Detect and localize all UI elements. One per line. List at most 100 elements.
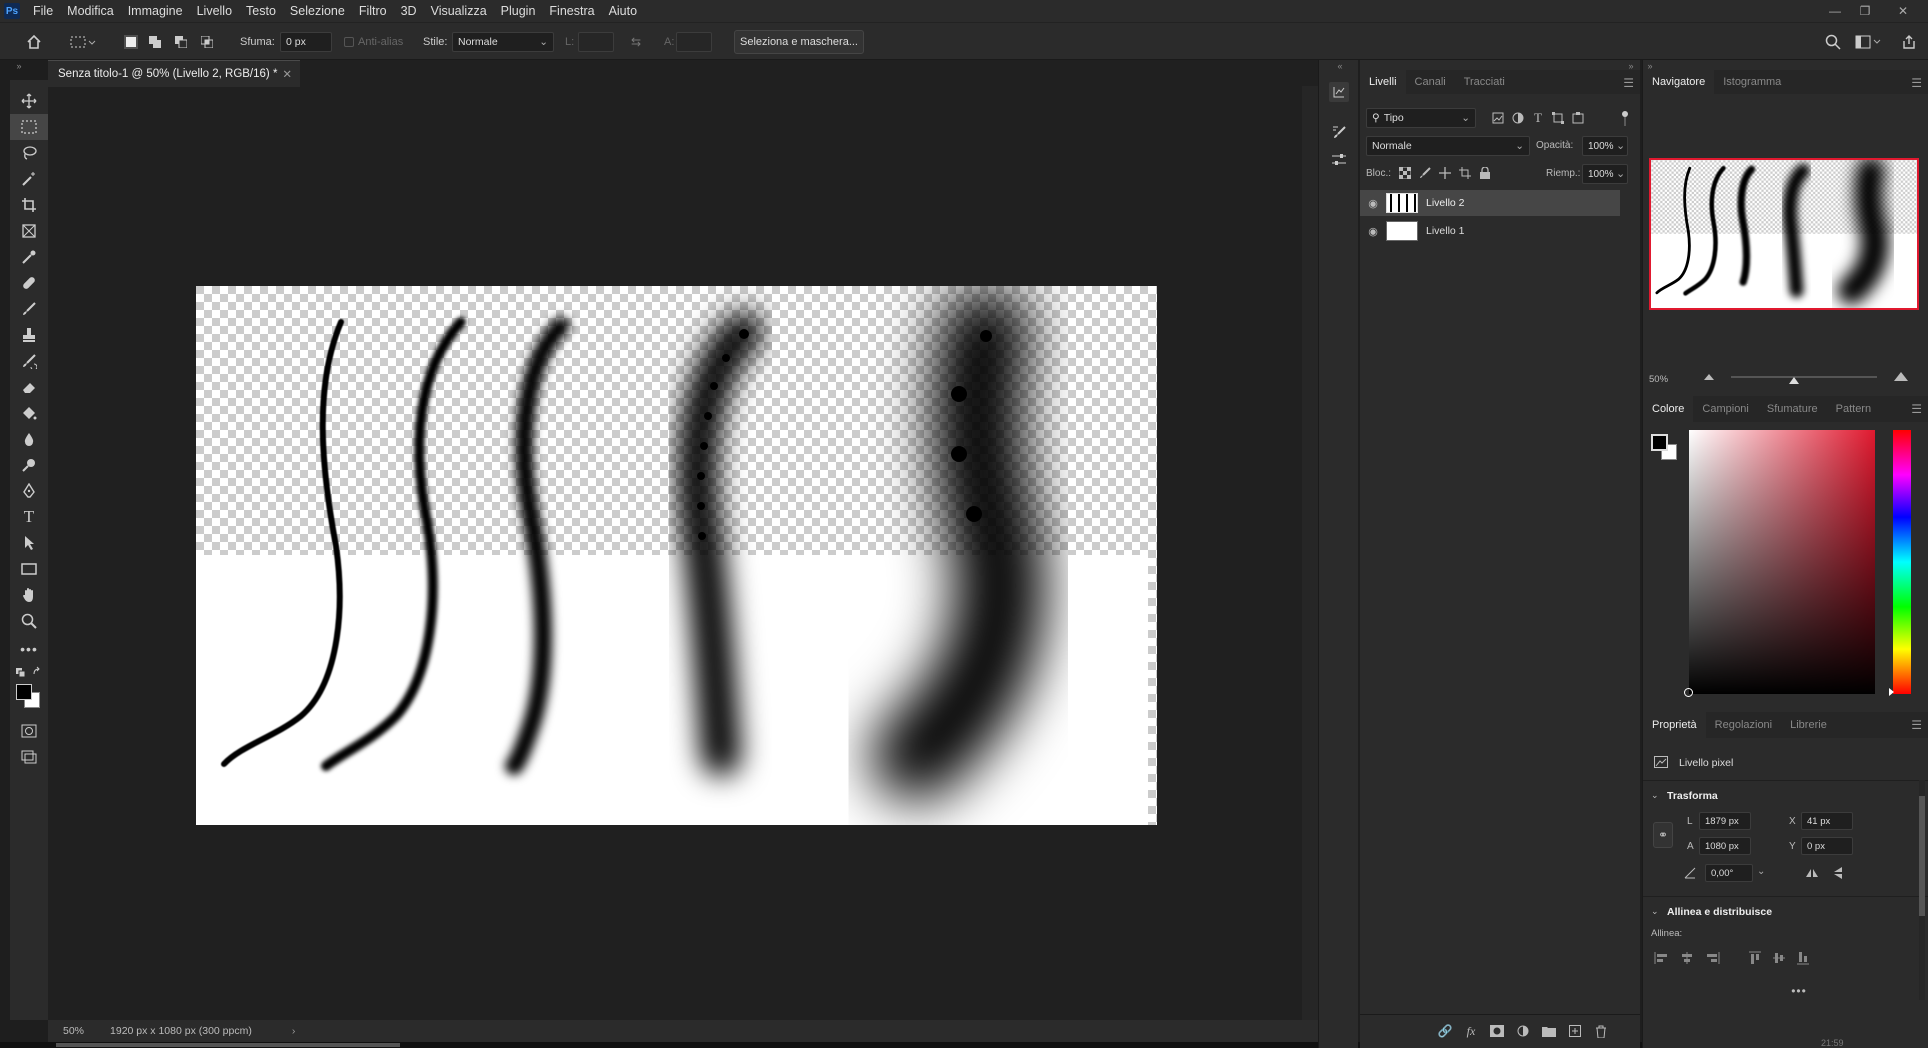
align-section-title[interactable]: Allinea e distribuisce [1667,906,1772,918]
search-icon[interactable] [1824,33,1842,51]
navigator-menu-icon[interactable]: ☰ [1911,76,1922,90]
color-panel-swatches[interactable] [1649,432,1679,462]
close-icon[interactable]: ✕ [1888,0,1918,22]
menu-modifica[interactable]: Modifica [60,4,121,18]
foreground-color-swatch[interactable] [16,684,32,700]
layer-row-livello-2[interactable]: ◉ Livello 2 [1360,190,1620,216]
status-zoom[interactable]: 50% [63,1025,84,1037]
chevron-down-icon[interactable]: ⌄ [1651,790,1659,801]
filter-shape-icon[interactable] [1550,110,1566,126]
color-picker-cursor[interactable] [1684,688,1693,697]
intersect-selection-icon[interactable] [200,35,214,49]
history-icon[interactable] [1329,82,1349,102]
link-layers-icon[interactable]: 🔗 [1436,1023,1454,1039]
chevron-down-icon[interactable]: ⌄ [1616,167,1625,180]
tab-colore[interactable]: Colore [1643,396,1694,422]
layers-panel-menu-icon[interactable]: ☰ [1623,76,1634,90]
eyedropper-tool-icon[interactable] [10,244,48,270]
style-select[interactable]: Normale ⌄ [452,32,554,52]
chevron-down-icon[interactable]: ⌄ [1757,866,1765,877]
menu-finestra[interactable]: Finestra [542,4,601,18]
navigator-preview[interactable] [1649,158,1919,310]
new-selection-icon[interactable] [124,35,138,49]
properties-menu-icon[interactable]: ☰ [1911,718,1922,732]
healing-brush-tool-icon[interactable] [10,270,48,296]
width-input[interactable] [578,32,614,52]
lock-all-icon[interactable] [1478,166,1492,180]
new-layer-icon[interactable] [1566,1023,1584,1039]
filter-pixel-icon[interactable] [1490,110,1506,126]
y-value[interactable]: 0 px [1801,837,1853,855]
feather-input[interactable]: 0 px [280,32,332,52]
layer-filter-select[interactable]: ⚲ Tipo ⌄ [1366,108,1476,128]
layer-row-livello-1[interactable]: ◉ Livello 1 [1360,218,1620,244]
filter-adjustment-icon[interactable] [1510,110,1526,126]
path-selection-tool-icon[interactable] [10,530,48,556]
add-selection-icon[interactable] [148,35,162,49]
tab-campioni[interactable]: Campioni [1693,396,1757,422]
dodge-tool-icon[interactable] [10,452,48,478]
crop-tool-icon[interactable] [10,192,48,218]
foreground-color-swatch[interactable] [1651,434,1668,451]
lock-position-icon[interactable] [1438,166,1452,180]
blend-mode-select[interactable]: Normale ⌄ [1366,136,1530,156]
tab-sfumature[interactable]: Sfumature [1758,396,1827,422]
color-menu-icon[interactable]: ☰ [1911,402,1922,416]
x-value[interactable]: 41 px [1801,812,1853,830]
image-canvas[interactable] [196,286,1157,825]
hue-slider[interactable] [1889,430,1911,696]
align-left-icon[interactable] [1653,950,1669,966]
close-tab-icon[interactable]: ✕ [282,67,292,81]
lock-pixels-icon[interactable] [1418,166,1432,180]
default-colors-icon[interactable] [10,664,48,680]
zoom-in-mountain-icon[interactable] [1893,370,1909,382]
flip-horizontal-icon[interactable] [1803,866,1821,880]
share-icon[interactable] [1900,33,1918,51]
history-brush-tool-icon[interactable] [10,348,48,374]
align-top-icon[interactable] [1747,950,1763,966]
clone-stamp-tool-icon[interactable] [10,322,48,348]
tab-navigatore[interactable]: Navigatore [1643,70,1715,94]
tab-librerie[interactable]: Librerie [1781,712,1836,738]
add-mask-icon[interactable] [1488,1023,1506,1039]
align-center-h-icon[interactable] [1679,950,1695,966]
document-tab[interactable]: Senza titolo-1 @ 50% (Livello 2, RGB/16)… [48,60,300,87]
select-and-mask-button[interactable]: Seleziona e maschera... [734,30,864,54]
adjustments-icon[interactable] [1329,150,1349,170]
color-field[interactable] [1684,430,1875,697]
menu-3d[interactable]: 3D [394,4,424,18]
visibility-eye-icon[interactable]: ◉ [1360,225,1386,238]
fx-icon[interactable]: fx [1462,1023,1480,1039]
magic-wand-tool-icon[interactable] [10,166,48,192]
rectangular-marquee-tool-icon[interactable] [10,114,48,140]
menu-filtro[interactable]: Filtro [352,4,394,18]
link-dimensions-icon[interactable]: ⚭ [1653,822,1673,848]
navigator-zoom-slider-track[interactable] [1731,376,1877,378]
expand-toolbar-icon[interactable]: » [12,60,26,72]
home-icon[interactable] [24,32,44,52]
menu-plugin[interactable]: Plugin [494,4,543,18]
new-adjustment-icon[interactable] [1514,1023,1532,1039]
antialias-checkbox[interactable] [344,37,354,47]
tab-regolazioni[interactable]: Regolazioni [1706,712,1781,738]
tab-canali[interactable]: Canali [1406,70,1455,94]
navigator-zoom-slider-thumb[interactable] [1789,377,1799,384]
pen-tool-icon[interactable] [10,478,48,504]
color-swatches[interactable] [14,682,44,710]
eraser-tool-icon[interactable] [10,374,48,400]
filter-toggle-icon[interactable] [1620,110,1630,126]
align-bottom-icon[interactable] [1795,950,1811,966]
swap-dimensions-icon[interactable]: ⇆ [626,35,646,49]
subtract-selection-icon[interactable] [174,35,188,49]
collapse-panels-icon[interactable]: « [1333,60,1347,72]
lock-artboard-icon[interactable] [1458,166,1472,180]
tab-proprieta[interactable]: Proprietà [1643,712,1706,738]
tab-livelli[interactable]: Livelli [1360,70,1406,94]
restore-icon[interactable]: ❐ [1850,0,1880,22]
menu-visualizza[interactable]: Visualizza [424,4,494,18]
chevron-down-icon[interactable]: ⌄ [1651,906,1659,917]
navigator-view-box[interactable] [1649,158,1919,310]
properties-scroll-thumb[interactable] [1919,796,1925,916]
brush-tool-icon[interactable] [10,296,48,322]
zoom-out-mountain-icon[interactable] [1703,372,1715,382]
